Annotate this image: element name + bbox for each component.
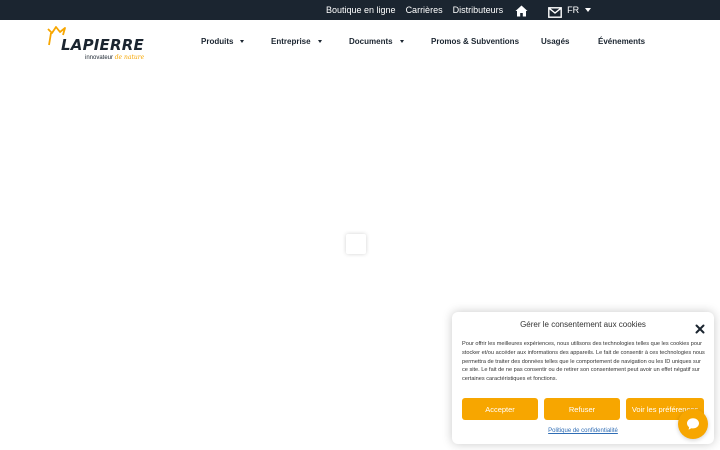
logo-tagline-prefix: innovateur [85, 55, 114, 61]
top-link-distributeurs[interactable]: Distributeurs [453, 5, 504, 15]
top-links: Boutique en ligne Carrières Distributeur… [326, 0, 592, 20]
language-selector[interactable]: FR [567, 5, 579, 15]
chevron-down-icon [317, 40, 322, 43]
nav-documents[interactable]: Documents [349, 37, 404, 46]
nav-entreprise[interactable]: Entreprise [271, 37, 322, 46]
chevron-down-icon [240, 40, 245, 43]
nav-evenements-label: Événements [598, 37, 646, 46]
nav-evenements[interactable]: Événements [598, 37, 645, 46]
lapierre-logo[interactable]: LAPIERRE innovateur de nature [47, 25, 157, 63]
top-utility-bar: Boutique en ligne Carrières Distributeur… [0, 0, 720, 20]
mail-icon[interactable] [548, 5, 562, 18]
top-link-boutique[interactable]: Boutique en ligne [326, 5, 396, 15]
logo-tagline: innovateur de nature [85, 54, 144, 61]
privacy-policy-link[interactable]: Politique de confidentialité [452, 428, 714, 434]
cookie-body-text: Pour offrir les meilleures expériences, … [462, 341, 705, 383]
refuse-button[interactable]: Refuser [544, 398, 620, 420]
caret-down-icon[interactable] [585, 8, 592, 12]
logo-tagline-accent: de nature [114, 54, 145, 61]
nav-produits-label: Produits [201, 37, 234, 46]
cookie-consent-banner: Gérer le consentement aux cookies Pour o… [452, 312, 714, 444]
chevron-down-icon [399, 40, 404, 43]
nav-promos[interactable]: Promos & Subventions [431, 37, 519, 46]
home-icon[interactable] [515, 4, 528, 17]
nav-produits[interactable]: Produits [201, 37, 245, 46]
cookie-title: Gérer le consentement aux cookies [520, 320, 646, 329]
page: Boutique en ligne Carrières Distributeur… [0, 0, 720, 450]
accept-button[interactable]: Accepter [462, 398, 538, 420]
top-link-carrieres[interactable]: Carrières [406, 5, 443, 15]
nav-usages[interactable]: Usagés [541, 37, 569, 46]
logo-name: LAPIERRE [61, 36, 144, 54]
close-icon[interactable] [695, 321, 705, 334]
nav-documents-label: Documents [349, 37, 393, 46]
nav-promos-label: Promos & Subventions [431, 37, 520, 46]
nav-entreprise-label: Entreprise [271, 37, 311, 46]
nav-usages-label: Usagés [541, 37, 570, 46]
main-header: LAPIERRE innovateur de nature Produits E… [0, 20, 720, 68]
loading-spinner [346, 234, 366, 254]
chat-button[interactable] [678, 409, 708, 439]
chat-icon [687, 418, 699, 430]
